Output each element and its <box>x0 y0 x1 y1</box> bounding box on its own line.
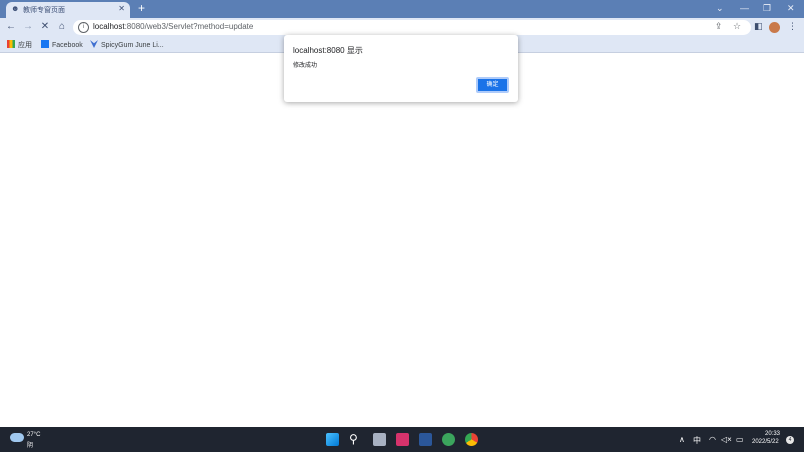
profile-avatar[interactable] <box>769 22 780 33</box>
weather-condition[interactable]: 阴 <box>27 440 33 449</box>
url-path: :8080/web3/Servlet?method=update <box>124 22 254 31</box>
wifi-icon[interactable]: ◠ <box>709 435 716 444</box>
url-text[interactable]: localhost:8080/web3/Servlet?method=updat… <box>93 22 253 31</box>
start-icon[interactable] <box>326 433 339 446</box>
bookmark-apps[interactable]: 应用 <box>7 40 32 50</box>
bookmark-label: SpicyGum June Li... <box>101 42 164 49</box>
minimize-button[interactable]: — <box>740 3 749 13</box>
menu-icon[interactable]: ⋮ <box>788 21 797 32</box>
notification-badge[interactable]: 4 <box>786 436 794 444</box>
info-icon[interactable]: i <box>78 22 89 33</box>
back-icon[interactable]: ← <box>5 21 17 33</box>
bookmark-label: 应用 <box>18 42 32 49</box>
clock-time[interactable]: 20:33 <box>765 431 780 437</box>
bookmark-star-icon[interactable]: ☆ <box>733 21 741 32</box>
facebook-icon <box>41 40 49 48</box>
apps-icon <box>7 40 15 48</box>
bookmark-logo-icon <box>90 40 98 48</box>
ok-button[interactable]: 确定 <box>476 77 509 93</box>
taskbar: 27°C 阴 ⚲ ∧ 中 ◠ ◁× ▭ 20:33 2022/5/22 4 <box>0 427 804 452</box>
bookmark-facebook[interactable]: Facebook <box>41 40 83 49</box>
forward-icon[interactable]: → <box>22 21 34 33</box>
weather-temperature[interactable]: 27°C <box>27 432 40 438</box>
person-icon: ☻ <box>11 4 20 13</box>
address-bar[interactable]: i localhost:8080/web3/Servlet?method=upd… <box>73 20 751 35</box>
home-icon[interactable]: ⌂ <box>56 21 68 33</box>
ime-indicator[interactable]: 中 <box>693 435 701 446</box>
cloud-icon[interactable] <box>10 433 24 442</box>
tab-search-icon[interactable]: ⌄ <box>716 3 724 14</box>
chevron-up-icon[interactable]: ∧ <box>679 435 685 444</box>
browser-tab[interactable]: ☻ 教师专窗页面 ✕ <box>6 2 130 18</box>
task-view-icon[interactable] <box>373 433 386 446</box>
close-tab-icon[interactable]: ✕ <box>118 4 125 13</box>
share-icon[interactable]: ⇪ <box>715 21 723 32</box>
url-host: localhost <box>93 22 125 31</box>
maximize-button[interactable]: ❐ <box>763 3 771 14</box>
tab-title: 教师专窗页面 <box>23 7 65 14</box>
battery-icon[interactable]: ▭ <box>736 435 744 444</box>
bookmark-spicygum[interactable]: SpicyGum June Li... <box>90 40 164 49</box>
search-icon[interactable]: ⚲ <box>349 432 358 446</box>
close-window-button[interactable]: ✕ <box>787 3 795 14</box>
volume-icon[interactable]: ◁× <box>721 435 732 444</box>
side-panel-icon[interactable]: ◧ <box>754 21 763 32</box>
clock-date[interactable]: 2022/5/22 <box>752 439 779 445</box>
stop-loading-icon[interactable]: ✕ <box>39 21 51 33</box>
word-icon[interactable] <box>419 433 432 446</box>
app-icon[interactable] <box>442 433 455 446</box>
alert-dialog: localhost:8080 显示 修改成功 确定 <box>284 35 518 102</box>
bookmark-label: Facebook <box>52 42 83 49</box>
intellij-icon[interactable] <box>396 433 409 446</box>
chrome-icon[interactable] <box>465 433 478 446</box>
tab-strip: ☻ 教师专窗页面 ✕ + ⌄ — ❐ ✕ <box>0 0 804 18</box>
dialog-message: 修改成功 <box>293 63 318 69</box>
new-tab-button[interactable]: + <box>135 2 148 15</box>
dialog-title: localhost:8080 显示 <box>293 46 363 55</box>
